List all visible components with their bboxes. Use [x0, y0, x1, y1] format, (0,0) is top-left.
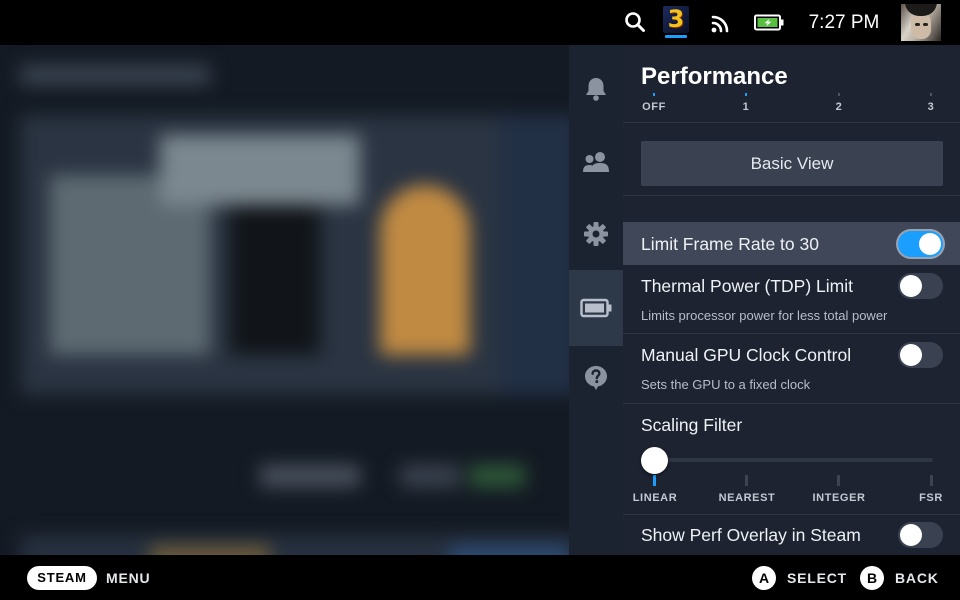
tab-settings[interactable] — [569, 198, 623, 270]
bell-icon — [586, 78, 606, 101]
overlay-tick — [745, 93, 747, 96]
friends-icon — [583, 152, 609, 172]
scaling-filter-slider-handle[interactable] — [641, 447, 668, 474]
back-hint-label: BACK — [895, 570, 939, 586]
scaling-filter-tick — [745, 475, 748, 486]
a-button-glyph[interactable]: A — [752, 566, 776, 590]
running-indicator — [665, 35, 687, 38]
scaling-filter-tick — [837, 475, 840, 486]
perf-overlay-toggle[interactable] — [898, 522, 943, 548]
avatar-eye — [923, 23, 928, 26]
tab-help[interactable] — [569, 342, 623, 414]
game-badge-number: 3 — [667, 5, 685, 33]
tab-performance[interactable] — [569, 270, 623, 346]
overlay-tick-label: OFF — [642, 101, 666, 113]
quick-access-rail — [569, 45, 623, 555]
avatar-hair — [905, 4, 937, 16]
background-art — [0, 45, 569, 555]
scaling-option-label: FSR — [919, 492, 943, 504]
avatar[interactable] — [901, 4, 941, 41]
toggle-knob — [900, 344, 922, 366]
scaling-filter-tick — [653, 475, 656, 486]
overlay-tick-label: 2 — [835, 101, 843, 113]
scaling-filter-tick — [930, 475, 933, 486]
toggle-knob — [919, 233, 941, 255]
battery-icon — [580, 298, 612, 318]
footer-hint-bar: STEAM MENU A SELECT B BACK — [0, 555, 960, 600]
toggle-knob — [900, 524, 922, 546]
setting-limit-frame-rate[interactable]: Limit Frame Rate to 30 — [623, 222, 960, 265]
search-icon[interactable] — [624, 11, 646, 33]
clock: 7:27 PM — [808, 12, 880, 33]
select-hint-label: SELECT — [787, 570, 848, 586]
tab-friends[interactable] — [569, 126, 623, 198]
setting-label: Show Perf Overlay in Steam — [641, 525, 861, 545]
setting-label: Limit Frame Rate to 30 — [641, 234, 819, 254]
overlay-tick-label: 3 — [927, 101, 935, 113]
tdp-limit-toggle[interactable] — [898, 273, 943, 299]
basic-view-button[interactable]: Basic View — [641, 141, 943, 186]
menu-hint-label: MENU — [106, 570, 151, 586]
overlay-level-slider[interactable]: OFF 1 2 3 — [623, 89, 960, 119]
scaling-option-label: LINEAR — [632, 492, 678, 504]
scaling-option-label: NEAREST — [718, 492, 776, 504]
avatar-face — [911, 13, 931, 39]
gear-icon — [584, 222, 608, 246]
setting-manual-gpu-clock[interactable]: Manual GPU Clock Control Sets the GPU to… — [623, 334, 960, 402]
overlay-tick-label: 1 — [742, 101, 750, 113]
divider — [623, 122, 960, 123]
overlay-tick — [930, 93, 932, 96]
wifi-icon — [711, 15, 729, 33]
divider — [623, 403, 960, 404]
steam-button[interactable]: STEAM — [27, 566, 97, 590]
b-button-glyph[interactable]: B — [860, 566, 884, 590]
battery-charging-icon — [754, 14, 784, 31]
scaling-filter-track[interactable] — [654, 458, 933, 462]
toggle-knob — [900, 275, 922, 297]
scaling-option-label: INTEGER — [812, 492, 866, 504]
page-title: Performance — [641, 63, 788, 90]
setting-label: Thermal Power (TDP) Limit — [641, 276, 853, 296]
overlay-tick — [653, 93, 655, 96]
setting-label: Manual GPU Clock Control — [641, 345, 852, 365]
limit-frame-rate-toggle[interactable] — [898, 231, 943, 257]
blurred-game-background — [0, 45, 569, 555]
scaling-filter-label: Scaling Filter — [641, 415, 743, 435]
manual-gpu-clock-toggle[interactable] — [898, 342, 943, 368]
help-icon — [585, 366, 607, 390]
performance-panel: Performance OFF 1 2 3 Basic View Limit F… — [623, 45, 960, 555]
tab-notifications[interactable] — [569, 53, 623, 125]
avatar-eye — [915, 23, 920, 26]
setting-perf-overlay-in-steam[interactable]: Show Perf Overlay in Steam — [623, 515, 960, 555]
overlay-tick — [838, 93, 840, 96]
status-bar: 3 7:27 PM — [0, 0, 960, 45]
setting-tdp-limit[interactable]: Thermal Power (TDP) Limit Limits process… — [623, 265, 960, 333]
setting-description: Limits processor power for less total po… — [641, 308, 888, 323]
setting-description: Sets the GPU to a fixed clock — [641, 377, 811, 392]
divider — [623, 195, 960, 196]
current-game-thumbnail[interactable]: 3 — [663, 6, 689, 38]
